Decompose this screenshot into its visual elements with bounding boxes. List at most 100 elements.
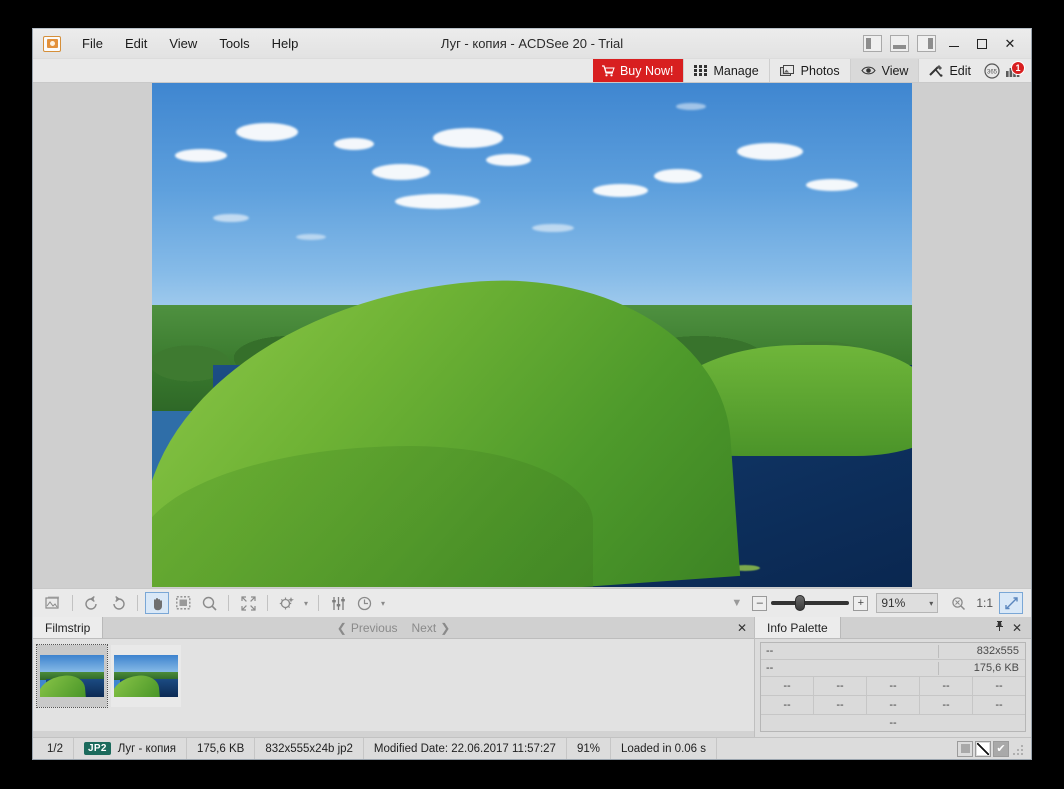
desktop-background: File Edit View Tools Help Луг - копия - … bbox=[0, 0, 1064, 789]
view-toolbar: ▾ ▾ ▼ – + 91% ▾ bbox=[33, 588, 1031, 617]
title-bar: File Edit View Tools Help Луг - копия - … bbox=[33, 29, 1031, 59]
auto-enhance-icon[interactable] bbox=[275, 592, 299, 614]
maximize-button[interactable] bbox=[969, 33, 995, 55]
mode-bar: Buy Now! Manage bbox=[33, 59, 1031, 83]
rotate-left-icon[interactable] bbox=[80, 592, 104, 614]
checkmark-icon[interactable]: ✔ bbox=[993, 741, 1009, 757]
rotate-right-icon[interactable] bbox=[106, 592, 130, 614]
filmstrip-thumbnails[interactable] bbox=[33, 639, 754, 737]
status-modified-date: Modified Date: 22.06.2017 11:57:27 bbox=[364, 738, 567, 759]
status-page-index: 1/2 bbox=[37, 738, 74, 759]
status-file-info: JP2 Луг - копия bbox=[74, 738, 187, 759]
zoom-level-value: 91% bbox=[881, 596, 929, 610]
image-viewer[interactable] bbox=[33, 83, 1031, 588]
zoom-level-combo[interactable]: 91% ▾ bbox=[876, 593, 938, 613]
adjust-sliders-icon[interactable] bbox=[326, 592, 350, 614]
zoom-slider[interactable]: – + bbox=[752, 596, 868, 611]
info-cell: -- bbox=[761, 677, 814, 695]
pan-hand-icon[interactable] bbox=[145, 592, 169, 614]
info-cells-row-1: -- -- -- -- -- bbox=[761, 677, 1025, 696]
mode-manage-label: Manage bbox=[713, 64, 758, 78]
menu-tools[interactable]: Tools bbox=[208, 32, 260, 56]
thumbnail-1[interactable] bbox=[37, 645, 107, 707]
zoom-magnifier-icon[interactable] bbox=[197, 592, 221, 614]
info-cell: -- bbox=[920, 696, 973, 714]
toolbar-separator bbox=[137, 595, 138, 611]
status-load-time: Loaded in 0.06 s bbox=[611, 738, 717, 759]
mode-view-label: View bbox=[882, 64, 909, 78]
next-label: Next bbox=[412, 621, 437, 635]
image-well-icon[interactable] bbox=[41, 592, 65, 614]
contrast-icon[interactable] bbox=[975, 741, 991, 757]
fullscreen-icon[interactable] bbox=[236, 592, 260, 614]
info-cell: -- bbox=[920, 677, 973, 695]
info-palette-grid: -- 832x555 -- 175,6 KB -- -- -- -- bbox=[760, 642, 1026, 732]
bottom-panels: Filmstrip ❮ Previous Next ❯ ✕ bbox=[33, 617, 1031, 737]
eye-icon bbox=[861, 65, 876, 76]
photo-river-meadow bbox=[152, 83, 912, 587]
thumbnail-2[interactable] bbox=[111, 645, 181, 707]
info-row-1: -- 832x555 bbox=[761, 643, 1025, 660]
menu-edit[interactable]: Edit bbox=[114, 32, 158, 56]
toggle-bottom-pane-icon[interactable] bbox=[890, 35, 909, 52]
thumbnail-view-icon[interactable] bbox=[957, 741, 973, 757]
filmstrip-close-icon[interactable]: ✕ bbox=[730, 617, 754, 638]
info-row-1-right: 832x555 bbox=[939, 645, 1025, 657]
format-badge: JP2 bbox=[84, 742, 111, 755]
notifications-button[interactable]: 1 bbox=[1003, 59, 1027, 82]
mode-photos[interactable]: Photos bbox=[769, 59, 850, 82]
info-row-1-left: -- bbox=[761, 645, 938, 657]
pin-icon[interactable] bbox=[991, 620, 1007, 635]
resize-grip[interactable] bbox=[1013, 743, 1025, 755]
previous-button[interactable]: ❮ Previous bbox=[337, 621, 398, 635]
status-filesize: 175,6 KB bbox=[187, 738, 255, 759]
menu-file[interactable]: File bbox=[71, 32, 114, 56]
buy-now-button[interactable]: Buy Now! bbox=[593, 59, 684, 82]
toolbar-separator bbox=[72, 595, 73, 611]
tab-filmstrip[interactable]: Filmstrip bbox=[33, 617, 103, 638]
mode-edit[interactable]: Edit bbox=[918, 59, 981, 82]
clock-history-icon[interactable] bbox=[352, 592, 376, 614]
info-row-2: -- 175,6 KB bbox=[761, 660, 1025, 677]
tools-icon bbox=[929, 64, 943, 77]
menu-view[interactable]: View bbox=[158, 32, 208, 56]
zoom-track[interactable] bbox=[771, 601, 849, 605]
info-cell: -- bbox=[867, 696, 920, 714]
auto-enhance-caret-icon[interactable]: ▾ bbox=[301, 599, 311, 608]
previous-arrow-icon: ❮ bbox=[337, 621, 347, 635]
mode-manage[interactable]: Manage bbox=[683, 59, 768, 82]
info-cell: -- bbox=[814, 677, 867, 695]
fit-to-window-icon[interactable] bbox=[999, 592, 1023, 614]
acdsee-365-icon[interactable]: 365 bbox=[981, 59, 1003, 82]
toggle-right-pane-icon[interactable] bbox=[917, 35, 936, 52]
menu-help[interactable]: Help bbox=[261, 32, 310, 56]
next-button[interactable]: Next ❯ bbox=[412, 621, 451, 635]
zoom-out-button[interactable]: – bbox=[752, 596, 767, 611]
toggle-left-pane-icon[interactable] bbox=[863, 35, 882, 52]
menu-bar: File Edit View Tools Help bbox=[71, 32, 309, 56]
select-region-icon[interactable] bbox=[171, 592, 195, 614]
info-palette-close-icon[interactable]: ✕ bbox=[1009, 621, 1025, 635]
zoom-thumb[interactable] bbox=[795, 595, 805, 611]
next-arrow-icon: ❯ bbox=[440, 621, 450, 635]
zoom-reset-icon[interactable] bbox=[946, 592, 970, 614]
panel-caret-icon[interactable]: ▼ bbox=[728, 597, 750, 609]
minimize-button[interactable] bbox=[941, 33, 967, 55]
close-button[interactable]: ✕ bbox=[997, 33, 1023, 55]
status-dimensions: 832x555x24b jp2 bbox=[255, 738, 364, 759]
actual-size-label[interactable]: 1:1 bbox=[972, 596, 997, 610]
tab-info-palette[interactable]: Info Palette bbox=[755, 617, 841, 638]
history-caret-icon[interactable]: ▾ bbox=[378, 599, 388, 608]
title-bar-controls: ✕ bbox=[860, 33, 1031, 55]
filmstrip-scrollbar[interactable] bbox=[33, 731, 754, 737]
photos-icon bbox=[780, 65, 795, 77]
filmstrip-navigation: ❮ Previous Next ❯ bbox=[33, 617, 754, 638]
previous-label: Previous bbox=[351, 621, 398, 635]
status-filename: Луг - копия bbox=[118, 743, 176, 755]
acdsee-window: File Edit View Tools Help Луг - копия - … bbox=[32, 28, 1032, 760]
info-row-2-left: -- bbox=[761, 662, 938, 674]
status-bar: 1/2 JP2 Луг - копия 175,6 KB 832x555x24b… bbox=[33, 737, 1031, 759]
mode-view[interactable]: View bbox=[850, 59, 919, 82]
zoom-in-button[interactable]: + bbox=[853, 596, 868, 611]
status-zoom: 91% bbox=[567, 738, 611, 759]
